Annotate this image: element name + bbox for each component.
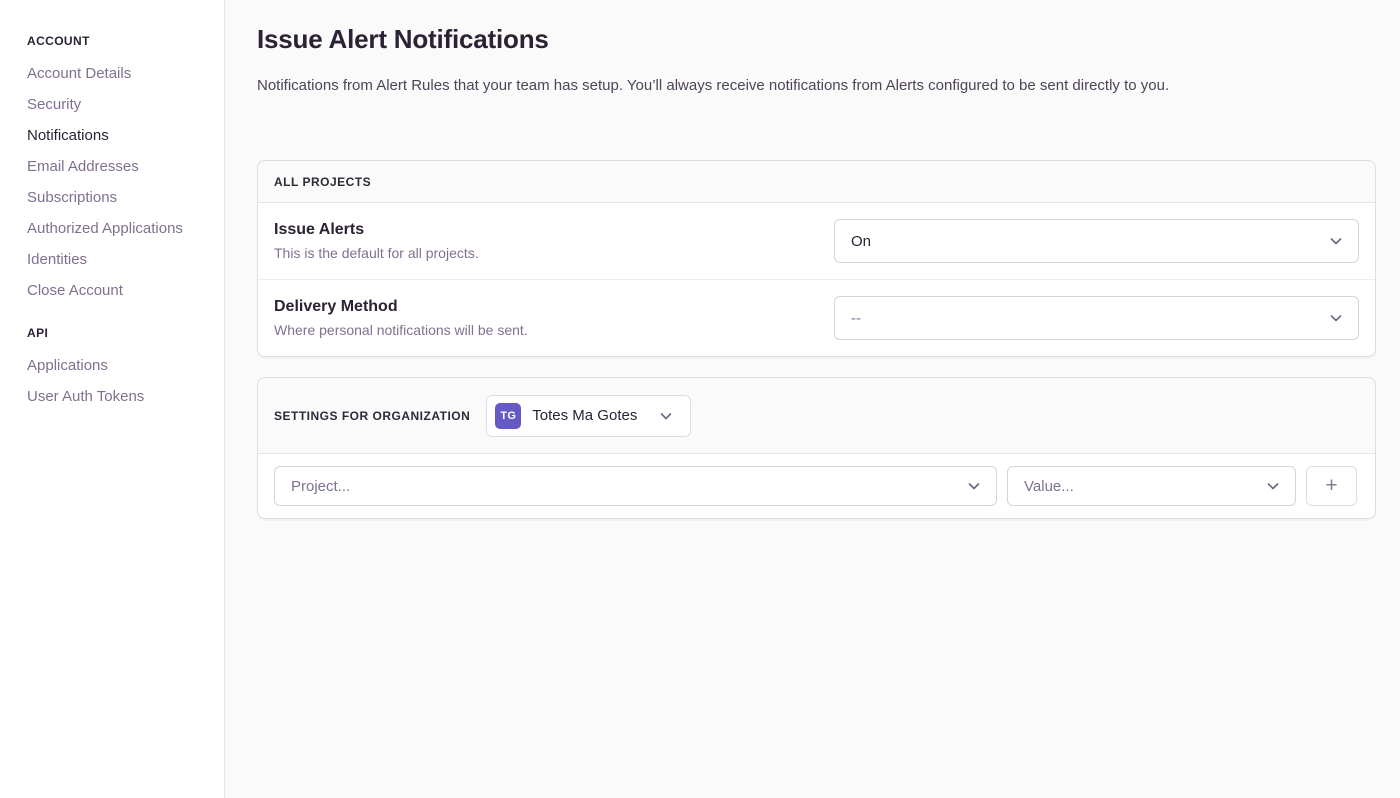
settings-sidebar: ACCOUNT Account Details Security Notific… bbox=[0, 0, 225, 798]
sidebar-item-identities[interactable]: Identities bbox=[27, 250, 204, 269]
sidebar-item-close-account[interactable]: Close Account bbox=[27, 281, 204, 300]
all-projects-panel-header: ALL PROJECTS bbox=[258, 161, 1375, 203]
organization-avatar: TG bbox=[495, 403, 521, 429]
delivery-method-select[interactable]: -- bbox=[834, 296, 1359, 340]
sidebar-item-email-addresses[interactable]: Email Addresses bbox=[27, 157, 204, 176]
issue-alerts-row: Issue Alerts This is the default for all… bbox=[258, 203, 1375, 280]
organization-panel-header-label: SETTINGS FOR ORGANIZATION bbox=[274, 409, 470, 423]
issue-alerts-help: This is the default for all projects. bbox=[274, 245, 810, 261]
sidebar-item-user-auth-tokens[interactable]: User Auth Tokens bbox=[27, 387, 204, 406]
chevron-down-icon bbox=[1265, 478, 1281, 494]
plus-icon: + bbox=[1325, 475, 1337, 496]
sidebar-item-subscriptions[interactable]: Subscriptions bbox=[27, 188, 204, 207]
value-select[interactable]: Value... bbox=[1007, 466, 1296, 506]
organization-panel-header: SETTINGS FOR ORGANIZATION TG Totes Ma Go… bbox=[258, 378, 1375, 454]
sidebar-item-applications[interactable]: Applications bbox=[27, 356, 204, 375]
sidebar-item-authorized-applications[interactable]: Authorized Applications bbox=[27, 219, 204, 238]
delivery-method-label-col: Delivery Method Where personal notificat… bbox=[274, 298, 834, 338]
organization-name: Totes Ma Gotes bbox=[532, 407, 637, 424]
delivery-method-row: Delivery Method Where personal notificat… bbox=[258, 280, 1375, 356]
issue-alerts-select[interactable]: On bbox=[834, 219, 1359, 263]
delivery-method-help: Where personal notifications will be sen… bbox=[274, 322, 810, 338]
project-select[interactable]: Project... bbox=[274, 466, 997, 506]
chevron-down-icon bbox=[1328, 233, 1344, 249]
sidebar-header-account: ACCOUNT bbox=[27, 34, 204, 48]
issue-alerts-control-col: On bbox=[834, 219, 1359, 263]
chevron-down-icon bbox=[966, 478, 982, 494]
sidebar-section-account: ACCOUNT Account Details Security Notific… bbox=[27, 34, 204, 300]
page-description: Notifications from Alert Rules that your… bbox=[257, 75, 1376, 96]
page-title: Issue Alert Notifications bbox=[257, 24, 1376, 55]
sidebar-section-api: API Applications User Auth Tokens bbox=[27, 326, 204, 406]
chevron-down-icon bbox=[1328, 310, 1344, 326]
issue-alerts-label-col: Issue Alerts This is the default for all… bbox=[274, 221, 834, 261]
sidebar-item-notifications[interactable]: Notifications bbox=[27, 126, 204, 145]
sidebar-item-security[interactable]: Security bbox=[27, 95, 204, 114]
delivery-method-select-value: -- bbox=[851, 310, 861, 327]
project-select-placeholder: Project... bbox=[291, 478, 350, 495]
all-projects-panel: ALL PROJECTS Issue Alerts This is the de… bbox=[257, 160, 1376, 357]
sidebar-item-account-details[interactable]: Account Details bbox=[27, 64, 204, 83]
add-project-setting-button[interactable]: + bbox=[1306, 466, 1357, 506]
chevron-down-icon bbox=[658, 408, 674, 424]
issue-alerts-select-value: On bbox=[851, 233, 871, 250]
organization-panel-body: Project... Value... + bbox=[258, 454, 1375, 518]
organization-selector[interactable]: TG Totes Ma Gotes bbox=[486, 395, 691, 437]
delivery-method-label: Delivery Method bbox=[274, 298, 810, 316]
value-select-placeholder: Value... bbox=[1024, 478, 1074, 495]
delivery-method-control-col: -- bbox=[834, 296, 1359, 340]
sidebar-header-api: API bbox=[27, 326, 204, 340]
issue-alerts-label: Issue Alerts bbox=[274, 221, 810, 239]
main-content: Issue Alert Notifications Notifications … bbox=[225, 0, 1400, 798]
organization-settings-panel: SETTINGS FOR ORGANIZATION TG Totes Ma Go… bbox=[257, 377, 1376, 519]
